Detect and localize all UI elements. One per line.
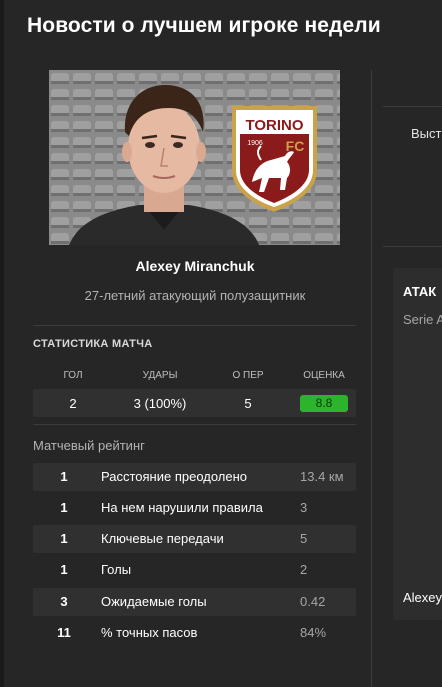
rating-rank: 1: [60, 531, 68, 546]
window-left-edge: [0, 0, 4, 687]
rating-value: 5: [300, 531, 308, 546]
rating-row: 1 Расстояние преодолено 13.4 км: [33, 463, 356, 491]
rating-row: 1 На нем нарушили правила 3: [33, 494, 356, 522]
attacker-card-title: АТАК: [403, 284, 437, 299]
rating-label: Ключевые передачи: [101, 531, 224, 546]
rating-value: 84%: [300, 625, 327, 640]
rating-rank: 3: [60, 594, 68, 609]
match-stats-title: СТАТИСТИКА МАТЧА: [33, 338, 153, 350]
rating-rank: 1: [60, 469, 68, 484]
rating-value: 13.4 км: [300, 469, 344, 484]
panel-divider: [371, 70, 372, 687]
rating-value: 2: [300, 562, 308, 577]
attacker-card-player[interactable]: Alexey: [403, 590, 442, 605]
svg-text:TORINO: TORINO: [245, 117, 303, 134]
divider: [383, 246, 442, 247]
stat-value-shots: 3 (100%): [133, 396, 187, 411]
stat-value-key-passes: 5: [244, 396, 252, 411]
attacker-card-league: Serie A: [403, 312, 442, 327]
stat-header-goals: ГОЛ: [63, 370, 83, 381]
rating-rank: 11: [57, 625, 71, 640]
rating-label: Голы: [101, 562, 132, 577]
rating-rank: 1: [60, 562, 68, 577]
divider: [383, 106, 442, 107]
rating-label: % точных пасов: [101, 625, 198, 640]
right-panel-label: Выст: [411, 126, 442, 141]
svg-text:FC: FC: [286, 138, 305, 154]
rating-row: 11 % точных пасов 84%: [33, 619, 356, 647]
stat-value-goals: 2: [69, 396, 77, 411]
stat-header-rating: ОЦЕНКА: [303, 370, 345, 381]
page-title: Новости о лучшем игроке недели: [27, 14, 381, 37]
player-description: 27-летний атакующий полузащитник: [84, 288, 306, 303]
rating-row: 3 Ожидаемые голы 0.42: [33, 588, 356, 616]
stat-header-shots: УДАРЫ: [142, 370, 178, 381]
rating-label: Ожидаемые голы: [101, 594, 207, 609]
divider: [33, 424, 356, 425]
rating-value: 3: [300, 500, 308, 515]
divider: [33, 325, 356, 326]
rating-badge: 8.8: [300, 395, 348, 412]
rating-value: 0.42: [300, 594, 326, 609]
rating-row: 1 Голы 2: [33, 556, 356, 584]
player-photo-image: TORINO 1906 FC: [49, 70, 340, 245]
player-name[interactable]: Alexey Miranchuk: [0, 258, 390, 274]
rating-label: Расстояние преодолено: [101, 469, 248, 484]
match-rating-title: Матчевый рейтинг: [33, 438, 145, 453]
rating-label: На нем нарушили правила: [101, 500, 263, 515]
player-photo: TORINO 1906 FC: [49, 70, 340, 245]
rating-rank: 1: [60, 500, 68, 515]
rating-row: 1 Ключевые передачи 5: [33, 525, 356, 553]
